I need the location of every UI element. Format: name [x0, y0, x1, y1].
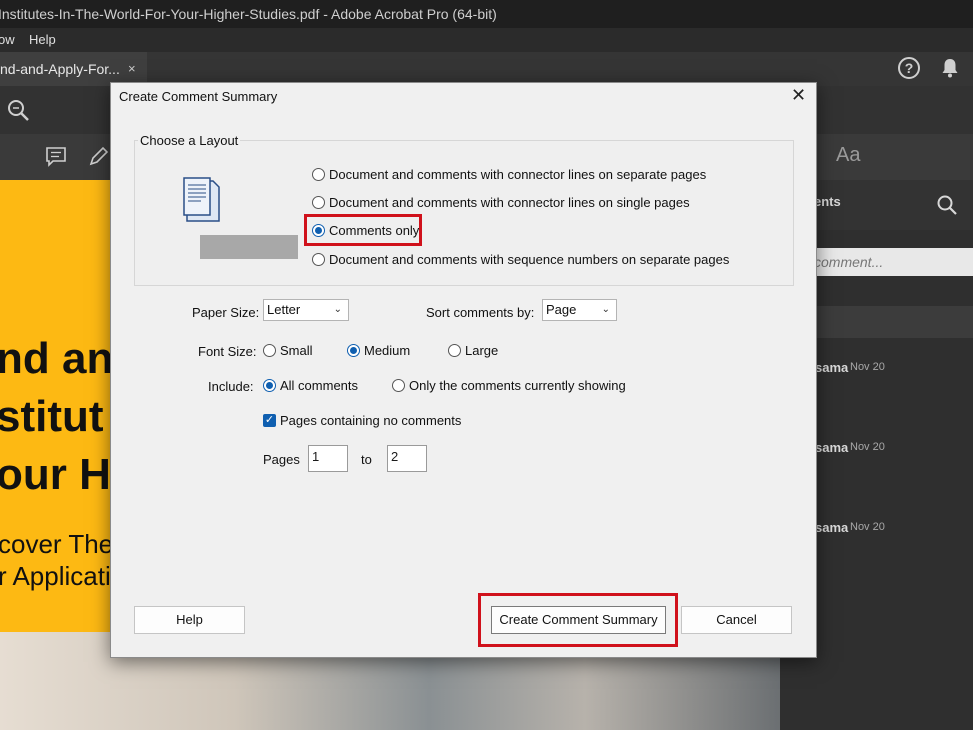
layout-preview-block [200, 235, 298, 259]
pages-to-input[interactable]: 2 [387, 445, 427, 472]
tab-label: nd-and-Apply-For... [0, 61, 120, 77]
comments-panel-title: ents [814, 194, 841, 209]
include-option: All comments [280, 378, 359, 393]
font-size-radio-large[interactable] [448, 344, 461, 357]
layout-option-label: Document and comments with connector lin… [329, 195, 690, 210]
comment-author: sama [815, 360, 849, 375]
pages-to-label: to [361, 452, 372, 467]
chevron-down-icon: ⌄ [601, 304, 610, 315]
search-icon[interactable] [936, 194, 958, 216]
sort-select[interactable]: Page ⌄ [542, 299, 617, 321]
tab-close-icon[interactable]: × [128, 52, 136, 86]
highlight-box-comments-only [304, 214, 422, 246]
doc-heading-line-1: nd an [0, 334, 114, 383]
layout-radio-connector-single[interactable] [312, 196, 325, 209]
font-size-radio-medium[interactable] [347, 344, 360, 357]
include-option: Only the comments currently showing [409, 378, 626, 393]
comment-date: Nov 20 [850, 361, 885, 373]
create-comment-summary-dialog: Create Comment Summary ✕ Choose a Layout… [110, 82, 817, 658]
dialog-title: Create Comment Summary [119, 89, 278, 104]
font-size-label: Font Size: [198, 344, 257, 359]
layout-radio-sequence-numbers[interactable] [312, 253, 325, 266]
highlight-box-create-button [478, 593, 678, 647]
comment-search-placeholder: comment... [814, 254, 884, 270]
title-bar: Institutes-In-The-World-For-Your-Higher-… [0, 0, 973, 28]
layout-option-label: Document and comments with sequence numb… [329, 252, 730, 267]
sort-label: Sort comments by: [426, 305, 535, 320]
pages-label: Pages [263, 452, 300, 467]
paper-size-select[interactable]: Letter ⌄ [263, 299, 349, 321]
font-size-radio-small[interactable] [263, 344, 276, 357]
help-icon[interactable]: ? [898, 57, 920, 79]
comment-author: sama [815, 520, 849, 535]
bell-icon[interactable] [941, 58, 959, 78]
menu-item-help[interactable]: Help [29, 28, 56, 52]
layout-radio-connector-separate[interactable] [312, 168, 325, 181]
sort-value: Page [546, 302, 577, 317]
paper-size-value: Letter [267, 302, 301, 317]
window-title: Institutes-In-The-World-For-Your-Higher-… [0, 6, 497, 22]
help-button[interactable]: Help [134, 606, 245, 634]
include-radio-all[interactable] [263, 379, 276, 392]
font-size-option: Small [280, 343, 313, 358]
include-radio-showing[interactable] [392, 379, 405, 392]
zoom-icon[interactable] [6, 98, 30, 122]
include-label: Include: [208, 379, 254, 394]
layout-option-label: Document and comments with connector lin… [329, 167, 707, 182]
cancel-button[interactable]: Cancel [681, 606, 792, 634]
chevron-down-icon: ⌄ [333, 304, 342, 315]
menu-bar: ow Help [0, 28, 973, 52]
document-tab[interactable]: nd-and-Apply-For... × [0, 52, 147, 86]
pages-from-input[interactable]: 1 [308, 445, 348, 472]
comment-date: Nov 20 [850, 441, 885, 453]
pen-icon[interactable] [88, 145, 110, 167]
close-icon[interactable]: ✕ [791, 85, 806, 106]
layout-group-label: Choose a Layout [138, 133, 241, 148]
pages-no-comments-checkbox[interactable]: ✓ [263, 414, 276, 427]
font-tool-icon[interactable]: Aa [836, 144, 860, 167]
tab-bar: nd-and-Apply-For... × [0, 52, 973, 86]
doc-subheading-line-1: cover The I [0, 529, 128, 559]
comment-author: sama [815, 440, 849, 455]
pages-no-comments-label: Pages containing no comments [280, 413, 462, 428]
doc-subheading-line-2: r Applicati [0, 561, 111, 591]
doc-heading-line-3: our Hi [0, 450, 124, 499]
comment-date: Nov 20 [850, 521, 885, 533]
layout-preview-icon [183, 177, 220, 222]
doc-heading-line-2: stitut [0, 392, 104, 441]
font-size-option: Large [465, 343, 499, 358]
paper-size-label: Paper Size: [192, 305, 260, 320]
comment-icon[interactable] [45, 146, 67, 168]
font-size-option: Medium [364, 343, 411, 358]
menu-item-window[interactable]: ow [0, 28, 15, 52]
